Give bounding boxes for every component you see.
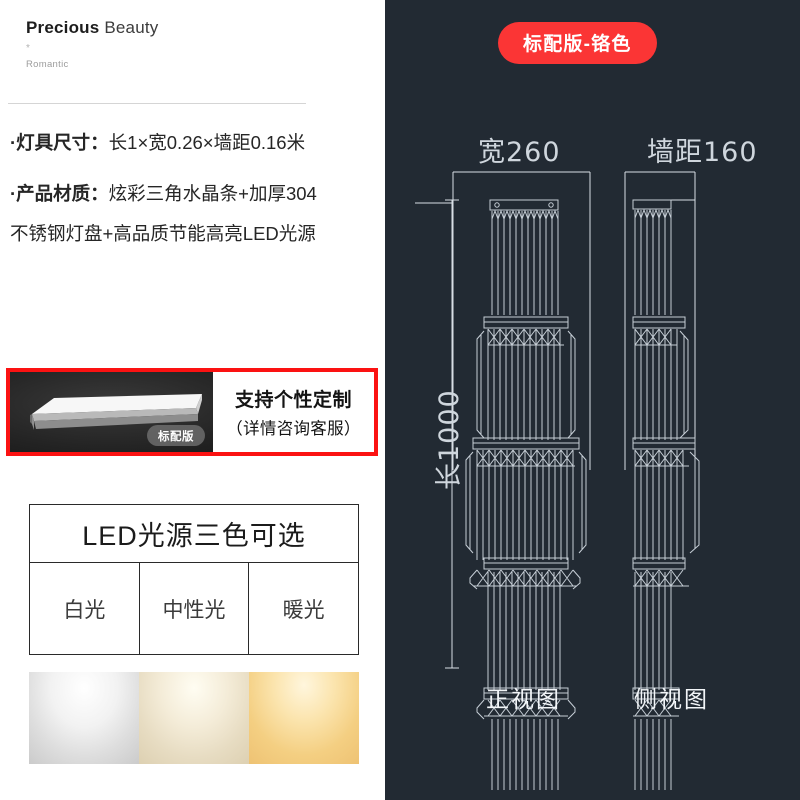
custom-order-box: 标配版 支持个性定制 （详情咨询客服） xyxy=(6,368,378,456)
front-band-2 xyxy=(465,437,587,554)
spec-value-material: 炫彩三角水晶条+加厚304 xyxy=(108,183,317,205)
product-detail-page: Precious Beauty * Romantic ·灯具尺寸：长1×宽0.2… xyxy=(0,0,800,800)
beam-glow-warm xyxy=(249,672,359,764)
beam-sample-neutral xyxy=(139,672,249,764)
beam-sample-white xyxy=(29,672,139,764)
left-info-panel: Precious Beauty * Romantic ·灯具尺寸：长1×宽0.2… xyxy=(0,0,385,800)
custom-order-title: 支持个性定制 xyxy=(234,390,352,411)
depth-dimension-label: 墙距160 xyxy=(647,137,758,168)
brand-block: Precious Beauty * Romantic xyxy=(26,18,356,70)
height-dimension-label: 长1000 xyxy=(434,389,465,490)
spec-key-size: ·灯具尺寸： xyxy=(10,132,109,153)
led-beam-samples xyxy=(29,672,359,764)
side-view-label: 侧视图 xyxy=(634,686,709,712)
front-band-3 xyxy=(469,557,581,590)
standard-edition-badge: 标配版 xyxy=(147,425,205,446)
brand-name-bold: Precious xyxy=(26,18,100,37)
brand-name-light: Beauty xyxy=(104,18,159,37)
front-mid-bars xyxy=(487,329,561,440)
brand-tagline: Romantic xyxy=(26,59,69,70)
spec-list: ·灯具尺寸：长1×宽0.26×墙距0.16米 ·产品材质：炫彩三角水晶条+加厚3… xyxy=(10,132,382,246)
spec-row-size: ·灯具尺寸：长1×宽0.26×墙距0.16米 xyxy=(10,132,382,154)
side-mid-bars xyxy=(634,329,685,440)
led-color-table: LED光源三色可选 白光 中性光 暖光 xyxy=(29,504,359,655)
spec-row-material: ·产品材质：炫彩三角水晶条+加厚304 xyxy=(10,183,382,205)
beam-glow-neutral xyxy=(139,672,249,764)
width-dimension-label: 宽260 xyxy=(478,137,561,168)
led-cell-neutral: 中性光 xyxy=(140,563,250,654)
side-tail-bars xyxy=(634,719,672,790)
brand-title: Precious Beauty xyxy=(26,18,356,38)
spec-key-material: ·产品材质： xyxy=(10,183,109,205)
beam-glow-white xyxy=(29,672,139,764)
front-tail-bars xyxy=(491,719,559,790)
led-table-row: 白光 中性光 暖光 xyxy=(30,563,358,654)
front-view-label: 正视图 xyxy=(486,686,561,712)
side-band-2 xyxy=(632,437,700,554)
custom-order-text: 支持个性定制 （详情咨询客服） xyxy=(213,372,374,452)
brand-star-icon: * xyxy=(26,43,30,54)
led-table-header: LED光源三色可选 xyxy=(30,505,358,563)
front-lower-bars xyxy=(487,572,561,690)
spec-value-size: 长1×宽0.26×墙距0.16米 xyxy=(108,132,306,153)
beam-sample-warm xyxy=(249,672,359,764)
header-divider xyxy=(8,103,306,104)
right-drawing-panel: 标配版-铬色 宽260 墙距160 长1000 正视图 侧视图 xyxy=(385,0,800,800)
spec-row-material-cont: 不锈钢灯盘+高品质节能高亮LED光源 xyxy=(10,223,316,245)
side-lower-bars xyxy=(634,572,672,690)
led-cell-white: 白光 xyxy=(30,563,140,654)
standard-edition-photo: 标配版 xyxy=(10,372,213,452)
side-upper-bars xyxy=(634,208,672,315)
front-upper-bars xyxy=(491,209,559,315)
custom-order-subtitle: （详情咨询客服） xyxy=(226,420,361,438)
led-cell-warm: 暖光 xyxy=(282,598,325,622)
